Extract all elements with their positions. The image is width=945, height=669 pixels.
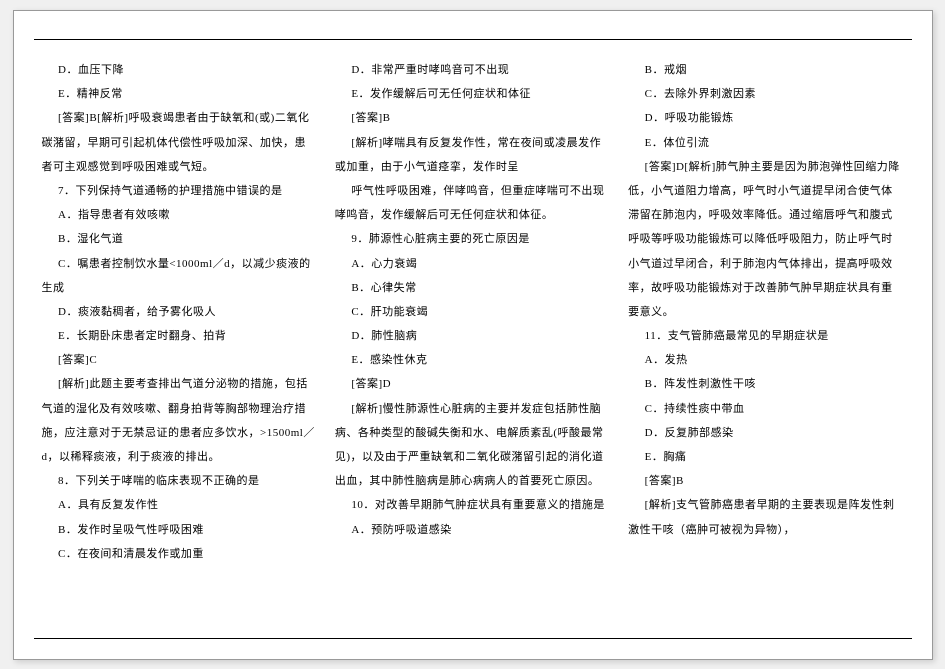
text-line: B．阵发性刺激性干咳	[628, 372, 903, 396]
text-line: C．持续性痰中带血	[628, 397, 903, 421]
text-line: [解析]慢性肺源性心脏病的主要并发症包括肺性脑病、各种类型的酸碱失衡和水、电解质…	[335, 397, 610, 494]
column-1: D．血压下降 E．精神反常 [答案]B[解析]呼吸衰竭患者由于缺氧和(或)二氧化…	[42, 58, 317, 620]
text-line: A．指导患者有效咳嗽	[42, 203, 317, 227]
text-line: [答案]B	[628, 469, 903, 493]
text-line: C．嘱患者控制饮水量<1000ml／d，以减少痰液的生成	[42, 252, 317, 300]
text-line: C．肝功能衰竭	[335, 300, 610, 324]
column-2: D．非常严重时哮鸣音可不出现 E．发作缓解后可无任何症状和体征 [答案]B [解…	[335, 58, 610, 620]
column-3: B．戒烟 C．去除外界刺激因素 D．呼吸功能锻炼 E．体位引流 [答案]D[解析…	[628, 58, 903, 620]
text-line: [答案]B[解析]呼吸衰竭患者由于缺氧和(或)二氧化碳潴留，早期可引起机体代偿性…	[42, 106, 317, 179]
text-line: E．胸痛	[628, 445, 903, 469]
text-line: A．预防呼吸道感染	[335, 518, 610, 542]
text-line: A．心力衰竭	[335, 252, 610, 276]
text-line: 8．下列关于哮喘的临床表现不正确的是	[42, 469, 317, 493]
text-line: C．去除外界刺激因素	[628, 82, 903, 106]
text-line: 11．支气管肺癌最常见的早期症状是	[628, 324, 903, 348]
text-line: [答案]D	[335, 372, 610, 396]
text-line: [答案]D[解析]肺气肿主要是因为肺泡弹性回缩力降低，小气道阻力增高，呼气时小气…	[628, 155, 903, 324]
text-line: D．痰液黏稠者，给予雾化吸人	[42, 300, 317, 324]
text-line: C．在夜间和清晨发作或加重	[42, 542, 317, 566]
text-line: D．血压下降	[42, 58, 317, 82]
text-line: D．肺性脑病	[335, 324, 610, 348]
content-border: D．血压下降 E．精神反常 [答案]B[解析]呼吸衰竭患者由于缺氧和(或)二氧化…	[34, 39, 912, 639]
text-line: [解析]支气管肺癌患者早期的主要表现是阵发性刺激性干咳（癌肿可被视为异物），	[628, 493, 903, 541]
text-line: A．具有反复发作性	[42, 493, 317, 517]
text-line: B．戒烟	[628, 58, 903, 82]
text-line: 10．对改善早期肺气肿症状具有重要意义的措施是	[335, 493, 610, 517]
text-line: E．感染性休克	[335, 348, 610, 372]
text-line: 7．下列保持气道通畅的护理措施中错误的是	[42, 179, 317, 203]
text-line: E．体位引流	[628, 131, 903, 155]
text-line: B．心律失常	[335, 276, 610, 300]
text-line: E．精神反常	[42, 82, 317, 106]
text-line: 呼气性呼吸困难，伴哮鸣音，但重症哮喘可不出现哮鸣音，发作缓解后可无任何症状和体征…	[335, 179, 610, 227]
text-line: [解析]此题主要考查排出气道分泌物的措施，包括气道的湿化及有效咳嗽、翻身拍背等胸…	[42, 372, 317, 469]
column-container: D．血压下降 E．精神反常 [答案]B[解析]呼吸衰竭患者由于缺氧和(或)二氧化…	[42, 58, 904, 620]
text-line: D．反复肺部感染	[628, 421, 903, 445]
text-line: [答案]B	[335, 106, 610, 130]
document-page: D．血压下降 E．精神反常 [答案]B[解析]呼吸衰竭患者由于缺氧和(或)二氧化…	[13, 10, 933, 660]
text-line: D．非常严重时哮鸣音可不出现	[335, 58, 610, 82]
text-line: 9．肺源性心脏病主要的死亡原因是	[335, 227, 610, 251]
text-line: E．发作缓解后可无任何症状和体征	[335, 82, 610, 106]
text-line: B．发作时呈吸气性呼吸困难	[42, 518, 317, 542]
text-line: E．长期卧床患者定时翻身、拍背	[42, 324, 317, 348]
text-line: A．发热	[628, 348, 903, 372]
text-line: B．湿化气道	[42, 227, 317, 251]
text-line: [解析]哮喘具有反复发作性，常在夜间或凌晨发作或加重，由于小气道痉挛，发作时呈	[335, 131, 610, 179]
text-line: D．呼吸功能锻炼	[628, 106, 903, 130]
text-line: [答案]C	[42, 348, 317, 372]
